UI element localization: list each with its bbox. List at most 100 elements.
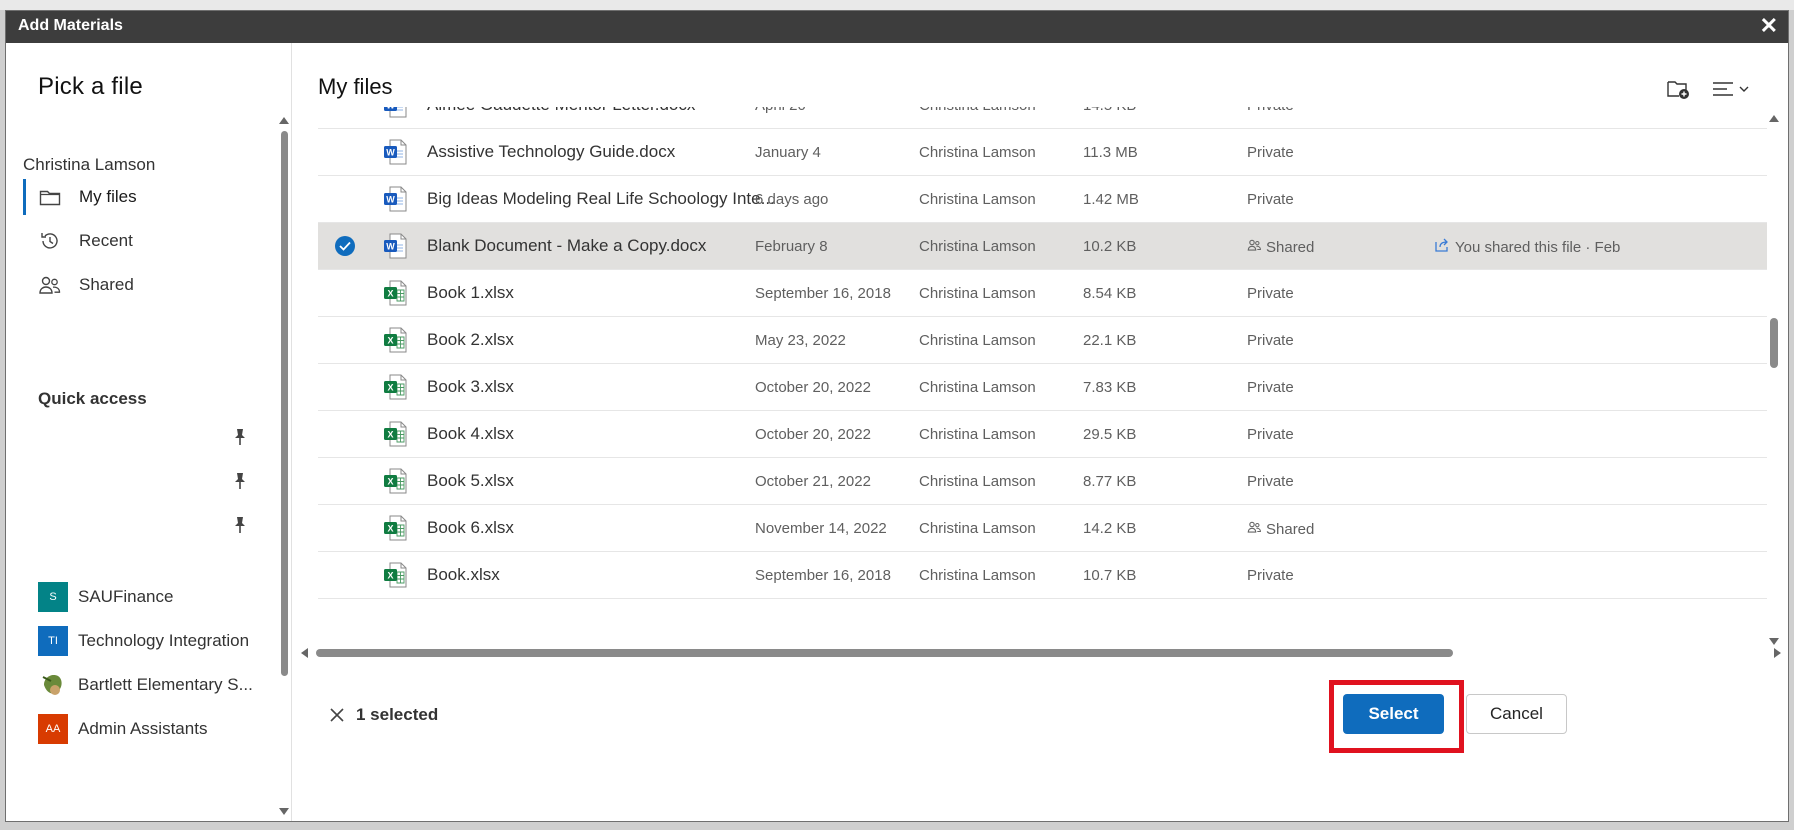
file-name[interactable]: Assistive Technology Guide.docx <box>427 142 675 162</box>
file-modified: September 16, 2018 <box>755 285 891 302</box>
file-owner: Christina Lamson <box>919 332 1036 349</box>
pin-icon[interactable] <box>232 428 248 446</box>
file-size: 8.77 KB <box>1083 473 1137 490</box>
site-admin-assistants[interactable]: AA Admin Assistants <box>38 713 207 745</box>
file-owner: Christina Lamson <box>919 379 1036 396</box>
file-size: 22.1 KB <box>1083 332 1137 349</box>
file-sharing: Private <box>1247 473 1294 490</box>
file-row[interactable]: X Book 1.xlsx September 16, 2018 Christina … <box>318 270 1767 317</box>
file-name[interactable]: Aimee Gaudette Mentor Letter.docx <box>427 107 695 115</box>
scroll-right-arrow-icon[interactable] <box>1774 648 1781 658</box>
site-badge: S <box>38 582 68 612</box>
file-sharing: Private <box>1247 379 1294 396</box>
file-name[interactable]: Book 3.xlsx <box>427 377 514 397</box>
close-icon[interactable]: ✕ <box>1760 14 1778 38</box>
page-title: My files <box>318 74 393 99</box>
scroll-left-arrow-icon[interactable] <box>301 648 308 658</box>
file-sharing: Private <box>1247 107 1294 114</box>
view-options-icon[interactable] <box>1707 73 1755 105</box>
file-owner: Christina Lamson <box>919 191 1036 208</box>
scroll-down-arrow-icon[interactable] <box>1769 638 1779 645</box>
site-label: Admin Assistants <box>78 719 208 738</box>
file-row[interactable]: X Book.xlsx September 16, 2018 Christina La… <box>318 552 1767 599</box>
word-document-icon: W <box>383 139 407 165</box>
sidebar-scrollbar[interactable] <box>277 117 291 815</box>
scroll-thumb[interactable] <box>316 649 1453 657</box>
sharing-label: Private <box>1247 379 1294 396</box>
file-size: 7.83 KB <box>1083 379 1137 396</box>
file-sharing: Shared <box>1247 238 1314 256</box>
picker-heading: Pick a file <box>38 73 143 100</box>
sharing-label: Private <box>1247 567 1294 584</box>
sharing-label: Private <box>1247 285 1294 302</box>
file-name[interactable]: Book 5.xlsx <box>427 471 514 491</box>
svg-text:W: W <box>386 107 395 111</box>
file-name[interactable]: Blank Document - Make a Copy.docx <box>427 236 706 256</box>
site-bartlett-elementary[interactable]: Bartlett Elementary S... <box>38 669 253 701</box>
file-list-horizontal-scrollbar[interactable] <box>301 646 1781 660</box>
sharing-label: Private <box>1247 473 1294 490</box>
file-name[interactable]: Book 4.xlsx <box>427 424 514 444</box>
file-row[interactable]: X Book 2.xlsx May 23, 2022 Christina Lamson… <box>318 317 1767 364</box>
svg-text:X: X <box>387 571 393 581</box>
file-modified: September 16, 2018 <box>755 567 891 584</box>
site-badge: TI <box>38 626 68 656</box>
nav-my-files[interactable]: My files <box>23 179 263 215</box>
file-row[interactable]: W Aimee Gaudette Mentor Letter.docx April … <box>318 107 1767 129</box>
file-size: 29.5 KB <box>1083 426 1137 443</box>
site-technology-integration[interactable]: TI Technology Integration <box>38 625 249 657</box>
file-list: W Aimee Gaudette Mentor Letter.docx April … <box>318 107 1767 641</box>
file-modified: January 4 <box>755 144 821 161</box>
pin-icon[interactable] <box>232 516 248 534</box>
sharing-label: Shared <box>1266 520 1315 538</box>
dialog-titlebar: Add Materials ✕ <box>6 11 1788 43</box>
file-name[interactable]: Book 2.xlsx <box>427 330 514 350</box>
scroll-thumb[interactable] <box>1770 318 1778 368</box>
file-list-vertical-scrollbar[interactable] <box>1767 115 1781 645</box>
file-row[interactable]: X Book 3.xlsx October 20, 2022 Christina La… <box>318 364 1767 411</box>
svg-text:W: W <box>386 242 395 252</box>
file-row[interactable]: X Book 6.xlsx November 14, 2022 Christina L… <box>318 505 1767 552</box>
excel-workbook-icon: X <box>383 280 407 306</box>
file-name[interactable]: Book.xlsx <box>427 565 500 585</box>
selection-status: 1 selected <box>326 704 438 726</box>
site-saufinance[interactable]: S SAUFinance <box>38 581 173 613</box>
file-name[interactable]: Book 1.xlsx <box>427 283 514 303</box>
excel-workbook-icon: X <box>383 327 407 353</box>
select-button[interactable]: Select <box>1343 694 1444 734</box>
file-sharing: Private <box>1247 426 1294 443</box>
file-sharing: Private <box>1247 332 1294 349</box>
scroll-thumb[interactable] <box>281 131 288 676</box>
file-row[interactable]: W Blank Document - Make a Copy.docx Februa… <box>318 223 1767 270</box>
selected-check-icon[interactable] <box>335 236 355 256</box>
nav-shared[interactable]: Shared <box>23 267 263 303</box>
history-icon <box>37 228 63 254</box>
file-name[interactable]: Book 6.xlsx <box>427 518 514 538</box>
user-name: Christina Lamson <box>23 155 156 174</box>
file-sharing: Private <box>1247 285 1294 302</box>
file-row[interactable]: W Big Ideas Modeling Real Life Schoology … <box>318 176 1767 223</box>
file-owner: Christina Lamson <box>919 520 1036 537</box>
scroll-up-arrow-icon[interactable] <box>279 117 289 124</box>
cancel-button[interactable]: Cancel <box>1466 694 1567 734</box>
selected-count: 1 selected <box>356 705 439 724</box>
people-icon <box>1247 520 1262 538</box>
new-folder-icon[interactable] <box>1662 73 1694 105</box>
scroll-down-arrow-icon[interactable] <box>279 808 289 815</box>
file-row[interactable]: X Book 5.xlsx October 21, 2022 Christina La… <box>318 458 1767 505</box>
clear-selection-icon[interactable] <box>326 704 348 726</box>
site-label: Technology Integration <box>78 631 250 650</box>
file-size: 11.3 MB <box>1083 144 1138 161</box>
pin-icon[interactable] <box>232 472 248 490</box>
site-logo-icon <box>38 670 68 700</box>
nav-label: Recent <box>79 231 133 250</box>
excel-workbook-icon: X <box>383 562 407 588</box>
nav-recent[interactable]: Recent <box>23 223 263 259</box>
file-row[interactable]: W Assistive Technology Guide.docx January … <box>318 129 1767 176</box>
file-name[interactable]: Big Ideas Modeling Real Life Schoology I… <box>427 189 775 209</box>
file-modified: February 8 <box>755 238 828 255</box>
word-document-icon: W <box>383 107 407 118</box>
file-browser: My files W Aimee Gaudette Mentor Letter.d… <box>293 43 1788 821</box>
file-row[interactable]: X Book 4.xlsx October 20, 2022 Christina La… <box>318 411 1767 458</box>
scroll-up-arrow-icon[interactable] <box>1769 115 1779 122</box>
